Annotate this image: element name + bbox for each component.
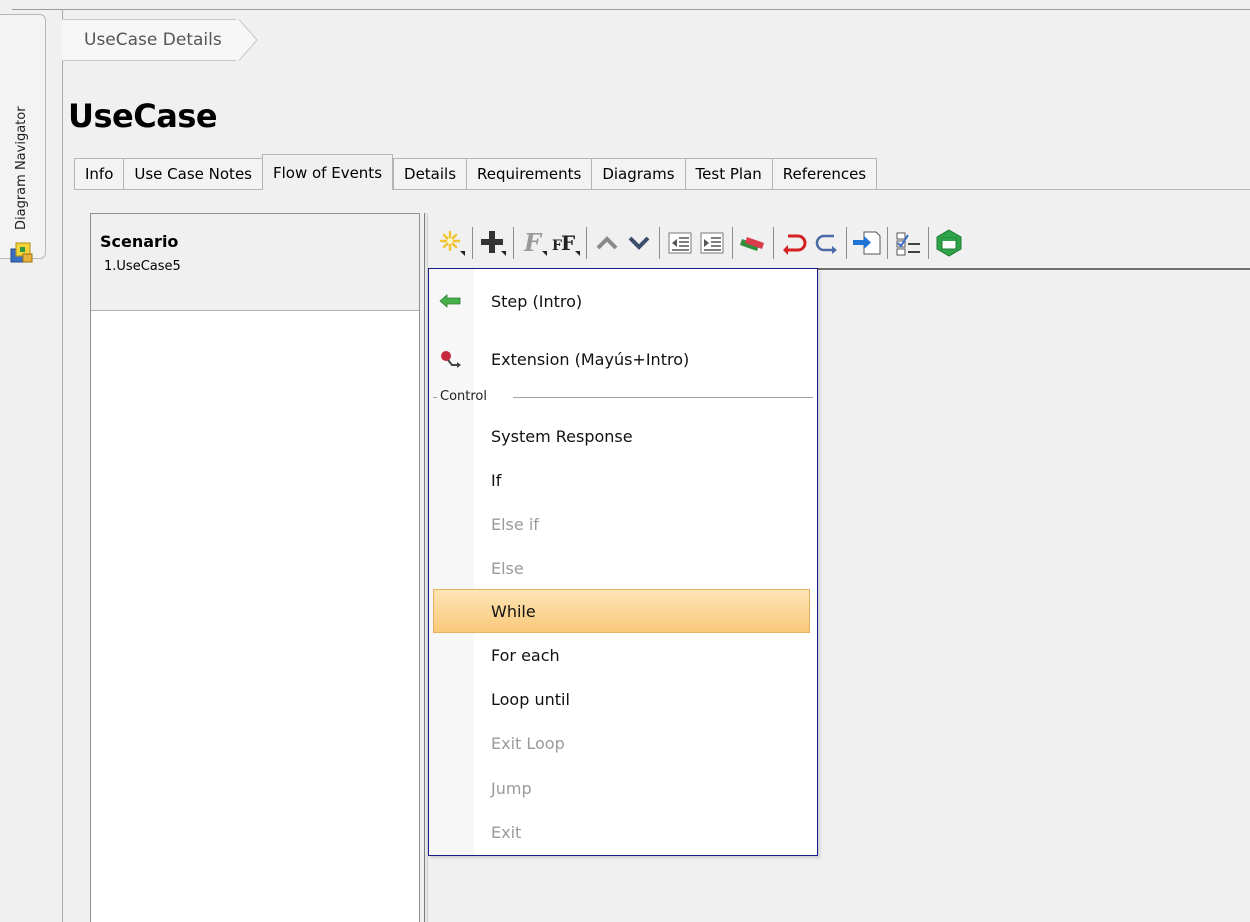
menu-item-if[interactable]: If [429,458,817,502]
menu-item-label: Exit Loop [491,733,565,753]
move-down-icon[interactable] [623,224,655,262]
sparkle-icon[interactable] [436,224,468,262]
content-left-border [62,9,63,922]
menu-item-loop-until[interactable]: Loop until [429,677,817,721]
menu-item-for-each[interactable]: For each [429,633,817,677]
insert-step-icon[interactable] [851,224,883,262]
toolbar-separator [513,227,514,259]
menu-item-label: Else if [491,514,539,534]
menu-section-control: Control [431,389,815,405]
scenario-title: Scenario [100,232,179,251]
menu-item-label: While [491,601,536,621]
menu-item-exit: Exit [429,810,817,854]
svg-text:F: F [523,229,543,257]
section-divider [433,397,437,398]
usecase-details-window: Diagram Navigator UseCase Details UseCas… [0,0,1250,922]
toolbar-separator [659,227,660,259]
menu-item-label: Else [491,558,524,578]
toolbar-separator [732,227,733,259]
ff-format-icon[interactable]: F F [550,224,582,262]
toolbar-separator [586,227,587,259]
loop-back-icon[interactable] [778,224,810,262]
italic-f-icon[interactable]: F [518,224,550,262]
tab-references[interactable]: References [771,158,878,190]
breadcrumb-chevron-icon [234,19,258,61]
diagram-navigator-side-tab[interactable]: Diagram Navigator [0,14,46,263]
scenario-header: Scenario 1.UseCase5 [91,214,419,311]
breadcrumb[interactable]: UseCase Details [62,19,259,61]
tab-test-plan[interactable]: Test Plan [684,158,772,190]
indent-icon[interactable] [696,224,728,262]
scenario-list-item[interactable]: 1.UseCase5 [104,259,181,274]
green-arrow-left-icon [439,294,461,308]
tab-bar: Info Use Case Notes Flow of Events Detai… [74,154,878,190]
tab-diagrams[interactable]: Diagrams [591,158,685,190]
menu-item-while[interactable]: While [433,589,810,633]
tab-use-case-notes[interactable]: Use Case Notes [123,158,262,190]
outdent-icon[interactable] [664,224,696,262]
checklist-icon[interactable] [892,224,924,262]
tab-flow-of-events[interactable]: Flow of Events [261,154,394,190]
toolbar-separator [773,227,774,259]
scenario-panel[interactable]: Scenario 1.UseCase5 [90,213,420,922]
menu-item-system-response[interactable]: System Response [429,414,817,458]
menu-item-jump: Jump [429,766,817,810]
top-border [12,9,1250,10]
menu-item-label: Extension (Mayús+Intro) [491,349,690,369]
toolbar-separator [472,227,473,259]
section-label: Control [440,389,487,404]
breadcrumb-item[interactable]: UseCase Details [62,19,236,61]
menu-item-else-if: Else if [429,502,817,546]
menu-item-exit-loop: Exit Loop [429,721,817,765]
add-icon[interactable] [477,224,509,262]
diagram-navigator-icon [10,242,33,263]
section-divider [513,397,813,398]
open-window-icon[interactable] [933,224,965,262]
diagram-navigator-label: Diagram Navigator [14,106,29,230]
tab-info[interactable]: Info [74,158,124,190]
menu-item-else: Else [429,546,817,590]
extension-icon [441,351,461,368]
menu-item-label: For each [491,645,560,665]
menu-item-label: Jump [491,778,532,798]
svg-text:F: F [561,231,575,255]
menu-item-label: If [491,470,502,490]
toolbar-separator [887,227,888,259]
loop-icon[interactable] [810,224,842,262]
add-step-dropdown-menu: Step (Intro) Extension (Mayús+Intro) Con… [428,268,818,856]
tab-details[interactable]: Details [393,158,467,190]
toolbar-separator [846,227,847,259]
menu-item-step[interactable]: Step (Intro) [429,279,817,323]
tab-requirements[interactable]: Requirements [466,158,592,190]
menu-item-label: Step (Intro) [491,291,583,311]
menu-item-label: Loop until [491,689,570,709]
remove-link-icon[interactable] [737,224,769,262]
move-up-icon[interactable] [591,224,623,262]
menu-item-label: Exit [491,822,522,842]
toolbar-separator [928,227,929,259]
page-title: UseCase [68,97,218,135]
flow-toolbar: F F F [436,222,965,264]
menu-item-extension[interactable]: Extension (Mayús+Intro) [429,337,817,381]
menu-item-label: System Response [491,426,633,446]
